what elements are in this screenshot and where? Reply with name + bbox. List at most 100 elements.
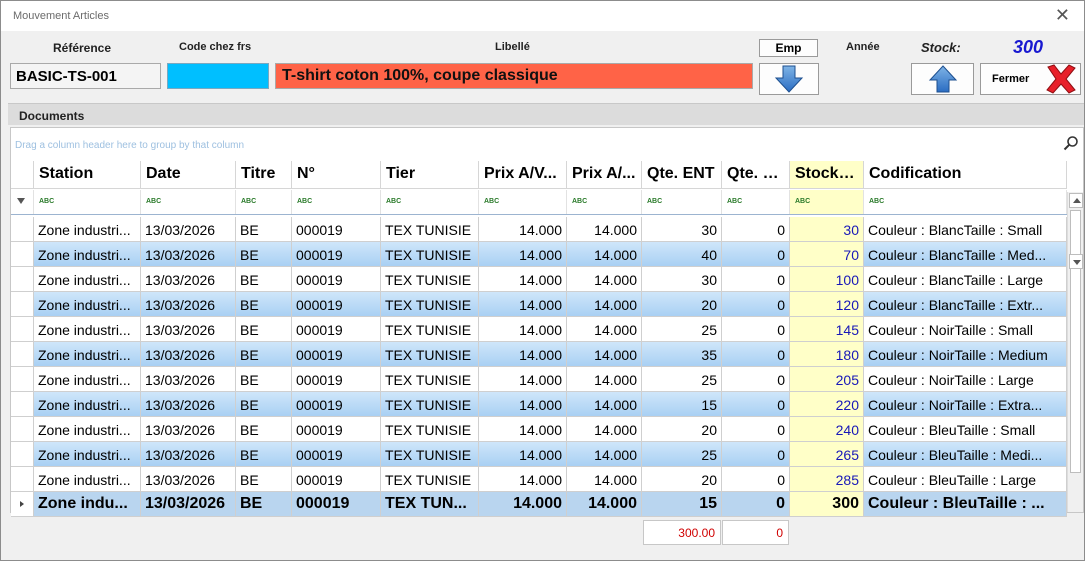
previous-up-button[interactable]: [911, 63, 974, 95]
libelle-label: Libellé: [495, 41, 530, 53]
table-row[interactable]: Zone indu... 13/03/2026 BE 000019 TEX TUN...…: [11, 492, 1067, 517]
column-header-station[interactable]: Station: [34, 161, 141, 189]
cell-qte-ent: 15: [642, 392, 722, 417]
filter-cell-titre[interactable]: ABC: [236, 190, 292, 214]
filter-cell-prix-a[interactable]: ABC: [567, 190, 642, 214]
filter-cell-prix-av[interactable]: ABC: [479, 190, 567, 214]
column-header-codification[interactable]: Codification: [864, 161, 1067, 189]
cell-stock-st: 300: [790, 492, 864, 517]
title-bar: Mouvement Articles ✕: [1, 1, 1084, 31]
cell-stock-st: 180: [790, 342, 864, 367]
cell-qte-ent: 20: [642, 467, 722, 492]
cell-prix-av: 14.000: [479, 242, 567, 267]
filter-cell-stock-st[interactable]: ABC: [790, 190, 864, 214]
column-header-numero[interactable]: N°: [292, 161, 381, 189]
column-header-tier[interactable]: Tier: [381, 161, 479, 189]
cell-codification: Couleur : BlancTaille : Med...: [864, 242, 1067, 267]
cell-qte-ent: 35: [642, 342, 722, 367]
table-row[interactable]: Zone industri... 13/03/2026 BE 000019 TEX TU…: [11, 442, 1067, 467]
column-header-date[interactable]: Date: [141, 161, 236, 189]
column-header-titre[interactable]: Titre: [236, 161, 292, 189]
table-row[interactable]: Zone industri... 13/03/2026 BE 000019 TEX TU…: [11, 392, 1067, 417]
column-header-stock-st[interactable]: Stock.St: [790, 161, 864, 189]
close-icon[interactable]: ✕: [1055, 6, 1070, 24]
cell-date: 13/03/2026: [141, 392, 236, 417]
filter-cell-tier[interactable]: ABC: [381, 190, 479, 214]
cell-numero: 000019: [292, 442, 381, 467]
cell-numero: 000019: [292, 317, 381, 342]
cell-numero: 000019: [292, 367, 381, 392]
documents-grid[interactable]: Drag a column header here to group by th…: [10, 127, 1084, 517]
column-header-prix-av[interactable]: Prix A/V...: [479, 161, 567, 189]
cell-date: 13/03/2026: [141, 242, 236, 267]
text-filter-icon: ABC: [869, 198, 885, 205]
cell-numero: 000019: [292, 217, 381, 242]
fermer-button[interactable]: Fermer: [980, 63, 1081, 95]
cell-numero: 000019: [292, 467, 381, 492]
table-row[interactable]: Zone industri... 13/03/2026 BE 000019 TEX TU…: [11, 467, 1067, 492]
column-header-prix-a[interactable]: Prix A/...: [567, 161, 642, 189]
cell-date: 13/03/2026: [141, 442, 236, 467]
text-filter-icon: ABC: [146, 198, 162, 205]
cell-stock-st: 145: [790, 317, 864, 342]
reference-field[interactable]: BASIC-TS-001: [10, 63, 161, 89]
filter-cell-date[interactable]: ABC: [141, 190, 236, 214]
text-filter-icon: ABC: [572, 198, 588, 205]
filter-cell-codification[interactable]: ABC: [864, 190, 1067, 214]
cell-date: 13/03/2026: [141, 317, 236, 342]
column-header-qte-sortie[interactable]: Qte. S...: [722, 161, 790, 189]
cell-station: Zone industri...: [34, 367, 141, 392]
window-title: Mouvement Articles: [13, 10, 109, 22]
cell-prix-a: 14.000: [567, 392, 642, 417]
cell-prix-a: 14.000: [567, 292, 642, 317]
cell-date: 13/03/2026: [141, 467, 236, 492]
cell-tier: TEX TUNISIE: [381, 442, 479, 467]
header-corner: [11, 161, 34, 189]
cell-prix-a: 14.000: [567, 367, 642, 392]
libelle-field[interactable]: T-shirt coton 100%, coupe classique: [275, 63, 753, 89]
vertical-scrollbar[interactable]: [1067, 192, 1083, 512]
annee-label: Année: [846, 41, 880, 53]
documents-title: Documents: [19, 109, 85, 123]
code-frs-field[interactable]: [167, 63, 269, 89]
cell-qte-sortie: 0: [722, 342, 790, 367]
cell-date: 13/03/2026: [141, 417, 236, 442]
cell-codification: Couleur : BlancTaille : Small: [864, 217, 1067, 242]
table-row[interactable]: Zone industri... 13/03/2026 BE 000019 TEX TU…: [11, 217, 1067, 242]
cell-station: Zone industri...: [34, 292, 141, 317]
stock-value: 300: [1013, 37, 1044, 57]
filter-row[interactable]: ABC ABC ABC ABC ABC ABC ABC ABC ABC ABC ABC: [11, 190, 1067, 215]
cell-titre: BE: [236, 342, 292, 367]
cell-qte-sortie: 0: [722, 242, 790, 267]
table-row[interactable]: Zone industri... 13/03/2026 BE 000019 TEX TU…: [11, 342, 1067, 367]
table-row[interactable]: Zone industri... 13/03/2026 BE 000019 TEX TU…: [11, 417, 1067, 442]
filter-cell-qte-sortie[interactable]: ABC: [722, 190, 790, 214]
cell-titre: BE: [236, 392, 292, 417]
column-header-qte-ent[interactable]: Qte. ENT: [642, 161, 722, 189]
table-row[interactable]: Zone industri... 13/03/2026 BE 000019 TEX TU…: [11, 242, 1067, 267]
scroll-thumb[interactable]: [1070, 210, 1081, 473]
reference-label: Référence: [53, 41, 112, 55]
cell-qte-ent: 15: [642, 492, 722, 517]
table-row[interactable]: Zone industri... 13/03/2026 BE 000019 TEX TU…: [11, 267, 1067, 292]
cell-prix-av: 14.000: [479, 317, 567, 342]
text-filter-icon: ABC: [484, 198, 500, 205]
cell-titre: BE: [236, 267, 292, 292]
cell-codification: Couleur : NoirTaille : Extra...: [864, 392, 1067, 417]
filter-cell-qte-ent[interactable]: ABC: [642, 190, 722, 214]
text-filter-icon: ABC: [297, 198, 313, 205]
filter-cell-numero[interactable]: ABC: [292, 190, 381, 214]
table-row[interactable]: Zone industri... 13/03/2026 BE 000019 TEX TU…: [11, 367, 1067, 392]
filter-icon[interactable]: [11, 190, 34, 214]
search-icon[interactable]: [1063, 135, 1079, 151]
scroll-down-button[interactable]: [1069, 254, 1083, 269]
next-down-button[interactable]: [759, 63, 819, 95]
cell-codification: Couleur : BleuTaille : ...: [864, 492, 1067, 517]
cell-stock-st: 220: [790, 392, 864, 417]
table-row[interactable]: Zone industri... 13/03/2026 BE 000019 TEX TU…: [11, 292, 1067, 317]
table-row[interactable]: Zone industri... 13/03/2026 BE 000019 TEX TU…: [11, 317, 1067, 342]
group-panel[interactable]: Drag a column header here to group by th…: [11, 128, 1083, 160]
scroll-up-button[interactable]: [1069, 193, 1083, 208]
emp-button[interactable]: Emp: [759, 39, 818, 57]
filter-cell-station[interactable]: ABC: [34, 190, 141, 214]
